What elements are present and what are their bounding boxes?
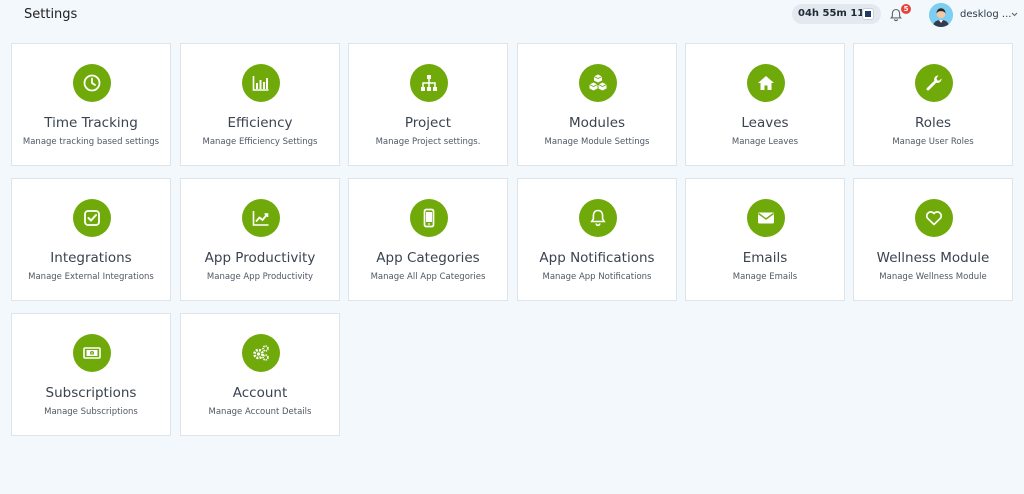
card-description: Manage Emails: [732, 272, 798, 282]
svg-text:$: $: [91, 352, 93, 356]
cogs-icon: [242, 334, 280, 372]
card-description: Manage Leaves: [731, 137, 799, 147]
bell-icon: [579, 199, 617, 237]
card-subscriptions[interactable]: $ Subscriptions Manage Subscriptions: [11, 313, 171, 436]
card-title: Time Tracking: [44, 115, 138, 131]
card-app-notifications[interactable]: App Notifications Manage App Notificatio…: [517, 178, 677, 301]
card-title: App Categories: [376, 250, 480, 266]
card-app-categories[interactable]: App Categories Manage All App Categories: [348, 178, 508, 301]
clock-icon: [73, 64, 111, 102]
home-icon: [747, 64, 785, 102]
top-header: Settings 04h 55m 11s 5 desklog ...: [0, 0, 1024, 32]
line-chart-icon: [242, 199, 280, 237]
card-description: Manage User Roles: [892, 137, 974, 147]
card-time-tracking[interactable]: Time Tracking Manage tracking based sett…: [11, 43, 171, 166]
card-description: Manage All App Categories: [370, 272, 486, 282]
card-account[interactable]: Account Manage Account Details: [180, 313, 340, 436]
username[interactable]: desklog ...: [960, 9, 1011, 20]
card-title: App Notifications: [539, 250, 655, 266]
chevron-down-icon[interactable]: [1011, 12, 1018, 17]
card-modules[interactable]: Modules Manage Module Settings: [517, 43, 677, 166]
card-title: Subscriptions: [45, 385, 137, 401]
card-description: Manage Project settings.: [375, 137, 481, 147]
card-description: Manage Module Settings: [544, 137, 650, 147]
card-description: Manage tracking based settings: [22, 137, 160, 147]
cubes-icon: [579, 64, 617, 102]
sitemap-icon: [410, 64, 448, 102]
card-title: Integrations: [50, 250, 132, 266]
card-efficiency[interactable]: Efficiency Manage Efficiency Settings: [180, 43, 340, 166]
timer-display: 04h 55m 11s: [798, 8, 871, 19]
card-title: Efficiency: [227, 115, 293, 131]
card-title: Roles: [914, 115, 952, 131]
avatar[interactable]: [929, 3, 953, 27]
card-description: Manage Account Details: [208, 407, 312, 417]
heart-icon: [915, 199, 953, 237]
stop-timer-button[interactable]: [862, 8, 874, 20]
card-title: Emails: [742, 250, 788, 266]
wrench-icon: [915, 64, 953, 102]
card-wellness-module[interactable]: Wellness Module Manage Wellness Module: [853, 178, 1013, 301]
card-integrations[interactable]: Integrations Manage External Integration…: [11, 178, 171, 301]
card-description: Manage Wellness Module: [879, 272, 987, 282]
stop-icon: [865, 11, 871, 17]
money-icon: $: [73, 334, 111, 372]
card-title: Leaves: [741, 115, 789, 131]
card-title: Project: [404, 115, 452, 131]
bar-chart-icon: [242, 64, 280, 102]
timer-pill[interactable]: 04h 55m 11s: [792, 4, 881, 24]
card-description: Manage External Integrations: [28, 272, 154, 282]
check-square-icon: [73, 199, 111, 237]
card-description: Manage App Notifications: [542, 272, 652, 282]
page-title: Settings: [24, 7, 78, 22]
card-project[interactable]: Project Manage Project settings.: [348, 43, 508, 166]
card-description: Manage Efficiency Settings: [202, 137, 318, 147]
notification-badge: 5: [901, 4, 911, 14]
card-description: Manage Subscriptions: [44, 407, 138, 417]
card-title: App Productivity: [204, 250, 316, 266]
card-roles[interactable]: Roles Manage User Roles: [853, 43, 1013, 166]
card-title: Wellness Module: [876, 250, 990, 266]
envelope-icon: [747, 199, 785, 237]
card-app-productivity[interactable]: App Productivity Manage App Productivity: [180, 178, 340, 301]
mobile-icon: [410, 199, 448, 237]
card-emails[interactable]: Emails Manage Emails: [685, 178, 845, 301]
card-title: Modules: [568, 115, 626, 131]
card-description: Manage App Productivity: [206, 272, 314, 282]
card-title: Account: [232, 385, 288, 401]
card-leaves[interactable]: Leaves Manage Leaves: [685, 43, 845, 166]
